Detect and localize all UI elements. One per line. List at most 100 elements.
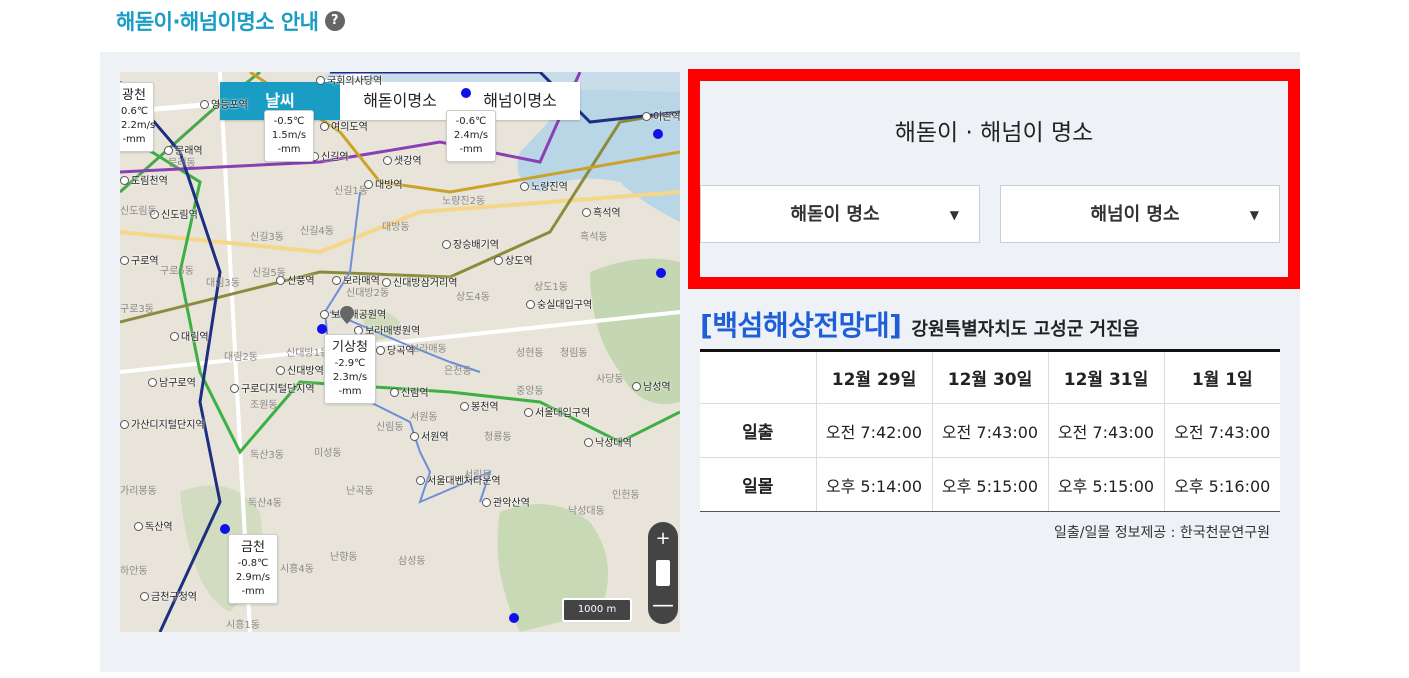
weather-card-temp: -2.9℃: [334, 358, 366, 369]
sunset-time-cell: 오후 5:15:00: [932, 457, 1049, 512]
date-header: 12월 30일: [932, 350, 1049, 404]
weather-card-temp: 0.6℃: [121, 106, 149, 117]
weather-card[interactable]: 광천 0.6℃ 2.2m/s -mm: [120, 82, 156, 152]
station-label: 국회의사당역: [316, 72, 382, 87]
weather-card-rain: -mm: [241, 586, 265, 597]
weather-map[interactable]: 날씨 해돋이명소 해넘이명소 국회의사당역 여의도역 신길역 샛강역 대방역 노…: [120, 72, 680, 632]
weather-card-rain: -mm: [277, 144, 301, 155]
row-label-sunrise: 일출: [700, 403, 817, 458]
help-icon[interactable]: ?: [324, 11, 345, 31]
dong-label: 성현동: [516, 348, 544, 359]
weather-card-name: 금천: [241, 540, 265, 555]
weather-station-marker[interactable]: [509, 613, 519, 623]
dong-label: 미성동: [314, 448, 342, 459]
weather-card-wind: 2.2m/s: [121, 120, 156, 131]
station-label: 상도역: [494, 252, 533, 267]
station-label: 신도림역: [150, 206, 198, 221]
dong-label: 신길1동: [334, 186, 368, 197]
sunset-spot-dropdown[interactable]: 해넘이 명소 ▼: [1000, 185, 1280, 243]
weather-station-marker[interactable]: [653, 129, 663, 139]
weather-station-marker[interactable]: [220, 524, 230, 534]
dong-label: 난향동: [330, 552, 358, 563]
weather-card[interactable]: 기상청 -2.9℃ 2.3m/s -mm: [324, 334, 376, 404]
zoom-slider-handle[interactable]: [656, 560, 670, 586]
dong-label: 상도1동: [534, 282, 568, 293]
sunrise-dropdown-label: 해돋이 명소: [790, 204, 880, 225]
station-label: 구로디지털단지역: [230, 380, 315, 395]
weather-card-wind: 2.4m/s: [453, 130, 489, 141]
weather-card[interactable]: 금천 -0.8℃ 2.9m/s -mm: [228, 534, 278, 604]
dong-label: 시흥1동: [226, 620, 260, 631]
dong-label: 신길3동: [250, 232, 284, 243]
station-label: 대방역: [364, 176, 403, 191]
station-label: 영등포역: [200, 96, 248, 111]
station-label: 가산디지털단지역: [120, 416, 205, 431]
spot-selector-title: 해돋이 · 해넘이 명소: [894, 120, 1094, 146]
station-label: 남구로역: [148, 374, 196, 389]
station-label: 이촌역: [642, 108, 680, 123]
dong-label: 대방동: [382, 222, 410, 233]
place-name: [백섬해상전망대]: [700, 309, 902, 342]
data-source-note: 일출/일몰 정보제공 : 한국천문연구원: [1054, 525, 1270, 541]
place-address: 강원특별자치도 고성군 거진읍: [911, 319, 1140, 340]
dong-label: 보라매동: [410, 344, 447, 355]
weather-station-marker[interactable]: [317, 324, 327, 334]
station-label: 장승배기역: [442, 236, 499, 251]
station-label: 당곡역: [376, 342, 415, 357]
sunrise-time-cell: 오전 7:42:00: [816, 403, 933, 458]
weather-card-rain: -mm: [338, 386, 362, 397]
sunrise-sunset-table: 12월 29일 12월 30일 12월 31일 1월 1일 일출 오전 7:42…: [700, 349, 1280, 512]
dong-label: 대림2동: [224, 352, 258, 363]
row-label-sunset: 일몰: [700, 457, 817, 512]
weather-card[interactable]: -0.5℃ 1.5m/s -mm: [264, 110, 314, 162]
table-header-row: 12월 29일 12월 30일 12월 31일 1월 1일: [700, 350, 1280, 404]
station-label: 봉천역: [460, 398, 499, 413]
station-label: 신대방역: [276, 362, 324, 377]
station-label: 신길역: [310, 148, 349, 163]
place-header: [백섬해상전망대] 강원특별자치도 고성군 거진읍: [700, 304, 1139, 344]
dong-label: 신도림동: [120, 206, 157, 217]
weather-card-temp: -0.8℃: [237, 558, 269, 569]
dong-label: 대림3동: [206, 278, 240, 289]
zoom-out-button[interactable]: —: [648, 594, 678, 618]
zoom-control: + —: [648, 522, 678, 624]
dong-label: 흑석동: [580, 232, 608, 243]
station-label: 서울대입구역: [524, 404, 590, 419]
station-label: 샛강역: [383, 152, 422, 167]
dong-label: 독산3동: [250, 450, 284, 461]
sunrise-time-cell: 오전 7:43:00: [1048, 403, 1165, 458]
tab-sunrise-spots[interactable]: 해돋이명소: [340, 82, 460, 120]
weather-card-temp: -0.6℃: [455, 116, 487, 127]
sunrise-time-cell: 오전 7:43:00: [1164, 403, 1280, 458]
dong-label: 가리봉동: [120, 486, 157, 497]
dong-label: 신대방2동: [346, 288, 390, 299]
station-label: 금천구청역: [140, 588, 197, 603]
dong-label: 노량진2동: [442, 196, 486, 207]
sunrise-time-cell: 오전 7:43:00: [932, 403, 1049, 458]
chevron-down-icon: ▼: [949, 208, 959, 222]
dong-label: 조원동: [250, 400, 278, 411]
weather-station-marker[interactable]: [656, 268, 666, 278]
dong-label: 신길5동: [252, 268, 286, 279]
spot-selector-box: 해돋이 · 해넘이 명소 해돋이 명소 ▼ 해넘이 명소 ▼: [688, 69, 1300, 289]
sunrise-spot-dropdown[interactable]: 해돋이 명소 ▼: [700, 185, 980, 243]
dong-label: 하안동: [120, 566, 148, 577]
dong-label: 서림동: [464, 470, 492, 481]
weather-station-marker[interactable]: [461, 88, 471, 98]
dong-label: 사당동: [596, 374, 624, 385]
station-label: 대림역: [170, 328, 209, 343]
dong-label: 신길4동: [300, 226, 334, 237]
station-label: 관악산역: [482, 494, 530, 509]
zoom-in-button[interactable]: +: [648, 522, 678, 556]
dong-label: 상도4동: [456, 292, 490, 303]
location-pin-icon: [340, 306, 354, 324]
weather-card[interactable]: -0.6℃ 2.4m/s -mm: [446, 110, 496, 162]
sunset-time-cell: 오후 5:15:00: [1048, 457, 1165, 512]
station-label: 신림역: [390, 384, 429, 399]
sunset-time-cell: 오후 5:16:00: [1164, 457, 1280, 512]
weather-card-wind: 1.5m/s: [271, 130, 307, 141]
station-label: 여의도역: [320, 118, 368, 133]
station-label: 독산역: [134, 518, 173, 533]
weather-card-wind: 2.3m/s: [332, 372, 368, 383]
dong-label: 청림동: [560, 348, 588, 359]
